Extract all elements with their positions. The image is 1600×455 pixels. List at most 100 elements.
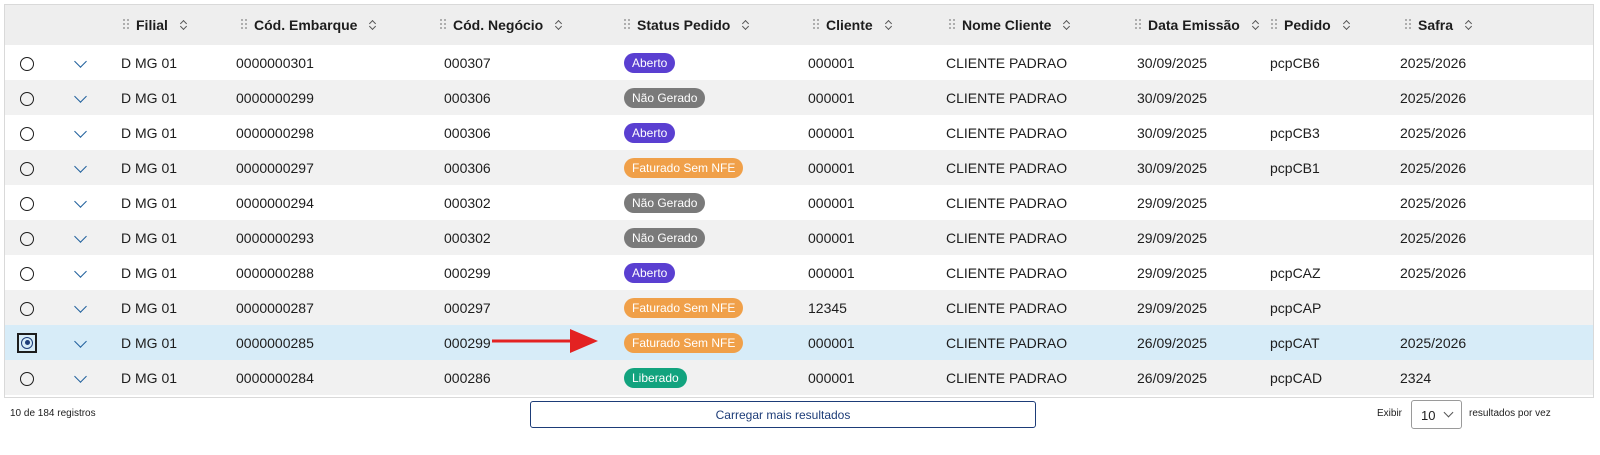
column-header-cliente[interactable]: Cliente — [803, 5, 939, 45]
drag-handle-icon[interactable] — [1271, 19, 1278, 30]
table-row[interactable]: D MG 01 0000000284 000286 Liberado 000001 CLI… — [5, 360, 1593, 395]
row-expand-cell — [50, 80, 113, 115]
chevron-down-icon[interactable] — [74, 194, 87, 208]
column-header-pedido[interactable]: Pedido — [1261, 5, 1395, 45]
table-row[interactable]: D MG 01 0000000294 000302 Não Gerado 000001 C… — [5, 185, 1593, 220]
chevron-down-icon[interactable] — [74, 299, 87, 313]
sort-icon[interactable] — [369, 19, 377, 31]
column-header-filial[interactable]: Filial — [113, 5, 231, 45]
column-header-label: Safra — [1418, 16, 1454, 33]
chevron-down-icon[interactable] — [74, 264, 87, 278]
cell-safra — [1395, 290, 1593, 325]
column-header-label: Status Pedido — [637, 16, 731, 33]
sort-icon[interactable] — [885, 19, 893, 31]
sort-icon[interactable] — [180, 19, 188, 31]
cell-pedido: pcpCB3 — [1270, 124, 1320, 141]
table-footer: 10 de 184 registros Carregar mais result… — [0, 398, 1600, 455]
row-radio[interactable] — [20, 91, 34, 106]
cell-negocio: 000307 — [444, 54, 491, 71]
load-more-button[interactable]: Carregar mais resultados — [530, 401, 1036, 428]
table-row[interactable]: D MG 01 0000000298 000306 Aberto 000001 CLIEN… — [5, 115, 1593, 150]
column-header-status[interactable]: Status Pedido — [614, 5, 803, 45]
sort-icon[interactable] — [1252, 19, 1260, 31]
drag-handle-icon[interactable] — [949, 19, 956, 30]
cell-filial: D MG 01 — [121, 334, 178, 351]
column-header-safra[interactable]: Safra — [1395, 5, 1593, 45]
chevron-down-icon[interactable] — [74, 54, 87, 68]
table-row[interactable]: D MG 01 0000000297 000306 Faturado Sem NFE 0… — [5, 150, 1593, 185]
drag-handle-icon[interactable] — [1405, 19, 1412, 30]
row-radio[interactable] — [20, 126, 34, 141]
column-header-label: Data Emissão — [1148, 16, 1240, 33]
cell-filial: D MG 01 — [121, 194, 178, 211]
row-radio-selected[interactable] — [17, 332, 37, 353]
chevron-down-icon[interactable] — [74, 369, 87, 383]
header-expand-col — [50, 5, 113, 45]
chevron-down-icon[interactable] — [74, 229, 87, 243]
drag-handle-icon[interactable] — [1135, 19, 1142, 30]
chevron-down-icon[interactable] — [74, 159, 87, 173]
status-badge: Aberto — [624, 52, 676, 73]
chevron-down-icon[interactable] — [74, 334, 87, 348]
row-radio[interactable] — [20, 56, 34, 71]
cell-safra: 2025/2026 — [1400, 54, 1467, 71]
column-header-embarque[interactable]: Cód. Embarque — [231, 5, 430, 45]
row-radio[interactable] — [20, 231, 34, 246]
cell-safra: 2025/2026 — [1400, 264, 1467, 281]
drag-handle-icon[interactable] — [813, 19, 820, 30]
sort-icon[interactable] — [555, 19, 563, 31]
orders-table: Filial Cód. Embarque Cód. Negócio Status Pe… — [5, 5, 1593, 395]
cell-pedido: pcpCAZ — [1270, 264, 1321, 281]
cell-data: 30/09/2025 — [1137, 159, 1208, 176]
row-select-cell — [5, 185, 50, 220]
chevron-down-icon[interactable] — [74, 89, 87, 103]
cell-cliente: 000001 — [808, 369, 855, 386]
cell-pedido: pcpCAD — [1270, 369, 1323, 386]
drag-handle-icon[interactable] — [241, 19, 248, 30]
row-radio[interactable] — [20, 301, 34, 316]
drag-handle-icon[interactable] — [123, 19, 130, 30]
status-badge: Aberto — [624, 262, 676, 283]
cell-filial: D MG 01 — [121, 229, 178, 246]
cell-filial: D MG 01 — [121, 54, 178, 71]
cell-nome: CLIENTE PADRAO — [946, 159, 1068, 176]
sort-icon[interactable] — [1343, 19, 1351, 31]
cell-cliente: 000001 — [808, 54, 855, 71]
table-row[interactable]: D MG 01 0000000288 000299 Aberto 000001 CLIEN… — [5, 255, 1593, 290]
cell-data: 29/09/2025 — [1137, 264, 1208, 281]
cell-negocio: 000297 — [444, 299, 491, 316]
cell-embarque: 0000000294 — [236, 194, 314, 211]
status-badge: Faturado Sem NFE — [624, 297, 744, 318]
column-header-data[interactable]: Data Emissão — [1125, 5, 1261, 45]
table-row[interactable]: D MG 01 0000000301 000307 Aberto 000001 CLIEN… — [5, 45, 1593, 80]
cell-embarque: 0000000299 — [236, 89, 314, 106]
table-row[interactable]: D MG 01 0000000293 000302 Não Gerado 000001 C… — [5, 220, 1593, 255]
cell-embarque: 0000000287 — [236, 299, 314, 316]
sort-icon[interactable] — [1063, 19, 1071, 31]
sort-icon[interactable] — [742, 19, 750, 31]
table-row[interactable]: D MG 01 0000000287 000297 Faturado Sem NFE 1… — [5, 290, 1593, 325]
cell-negocio: 000302 — [444, 229, 491, 246]
row-radio[interactable] — [20, 196, 34, 211]
cell-negocio: 000302 — [444, 194, 491, 211]
column-header-nome[interactable]: Nome Cliente — [939, 5, 1125, 45]
row-expand-cell — [50, 150, 113, 185]
orders-table-container: Filial Cód. Embarque Cód. Negócio Status Pe… — [4, 4, 1594, 398]
sort-icon[interactable] — [1465, 19, 1473, 31]
cell-status: Não Gerado — [614, 80, 803, 115]
cell-safra: 2025/2026 — [1400, 89, 1467, 106]
drag-handle-icon[interactable] — [624, 19, 631, 30]
drag-handle-icon[interactable] — [440, 19, 447, 30]
cell-status: Não Gerado — [614, 220, 803, 255]
row-radio[interactable] — [20, 161, 34, 176]
column-header-negocio[interactable]: Cód. Negócio — [430, 5, 614, 45]
cell-nome: CLIENTE PADRAO — [946, 299, 1068, 316]
page-size-select[interactable]: 10 — [1411, 400, 1462, 429]
table-row[interactable]: D MG 01 0000000285 000299 Faturado Sem NFE 0… — [5, 325, 1593, 360]
row-radio[interactable] — [20, 266, 34, 281]
chevron-down-icon[interactable] — [74, 124, 87, 138]
row-select-cell — [5, 80, 50, 115]
table-row[interactable]: D MG 01 0000000299 000306 Não Gerado 000001 C… — [5, 80, 1593, 115]
row-radio[interactable] — [20, 371, 34, 386]
column-header-label: Cód. Negócio — [453, 16, 544, 33]
